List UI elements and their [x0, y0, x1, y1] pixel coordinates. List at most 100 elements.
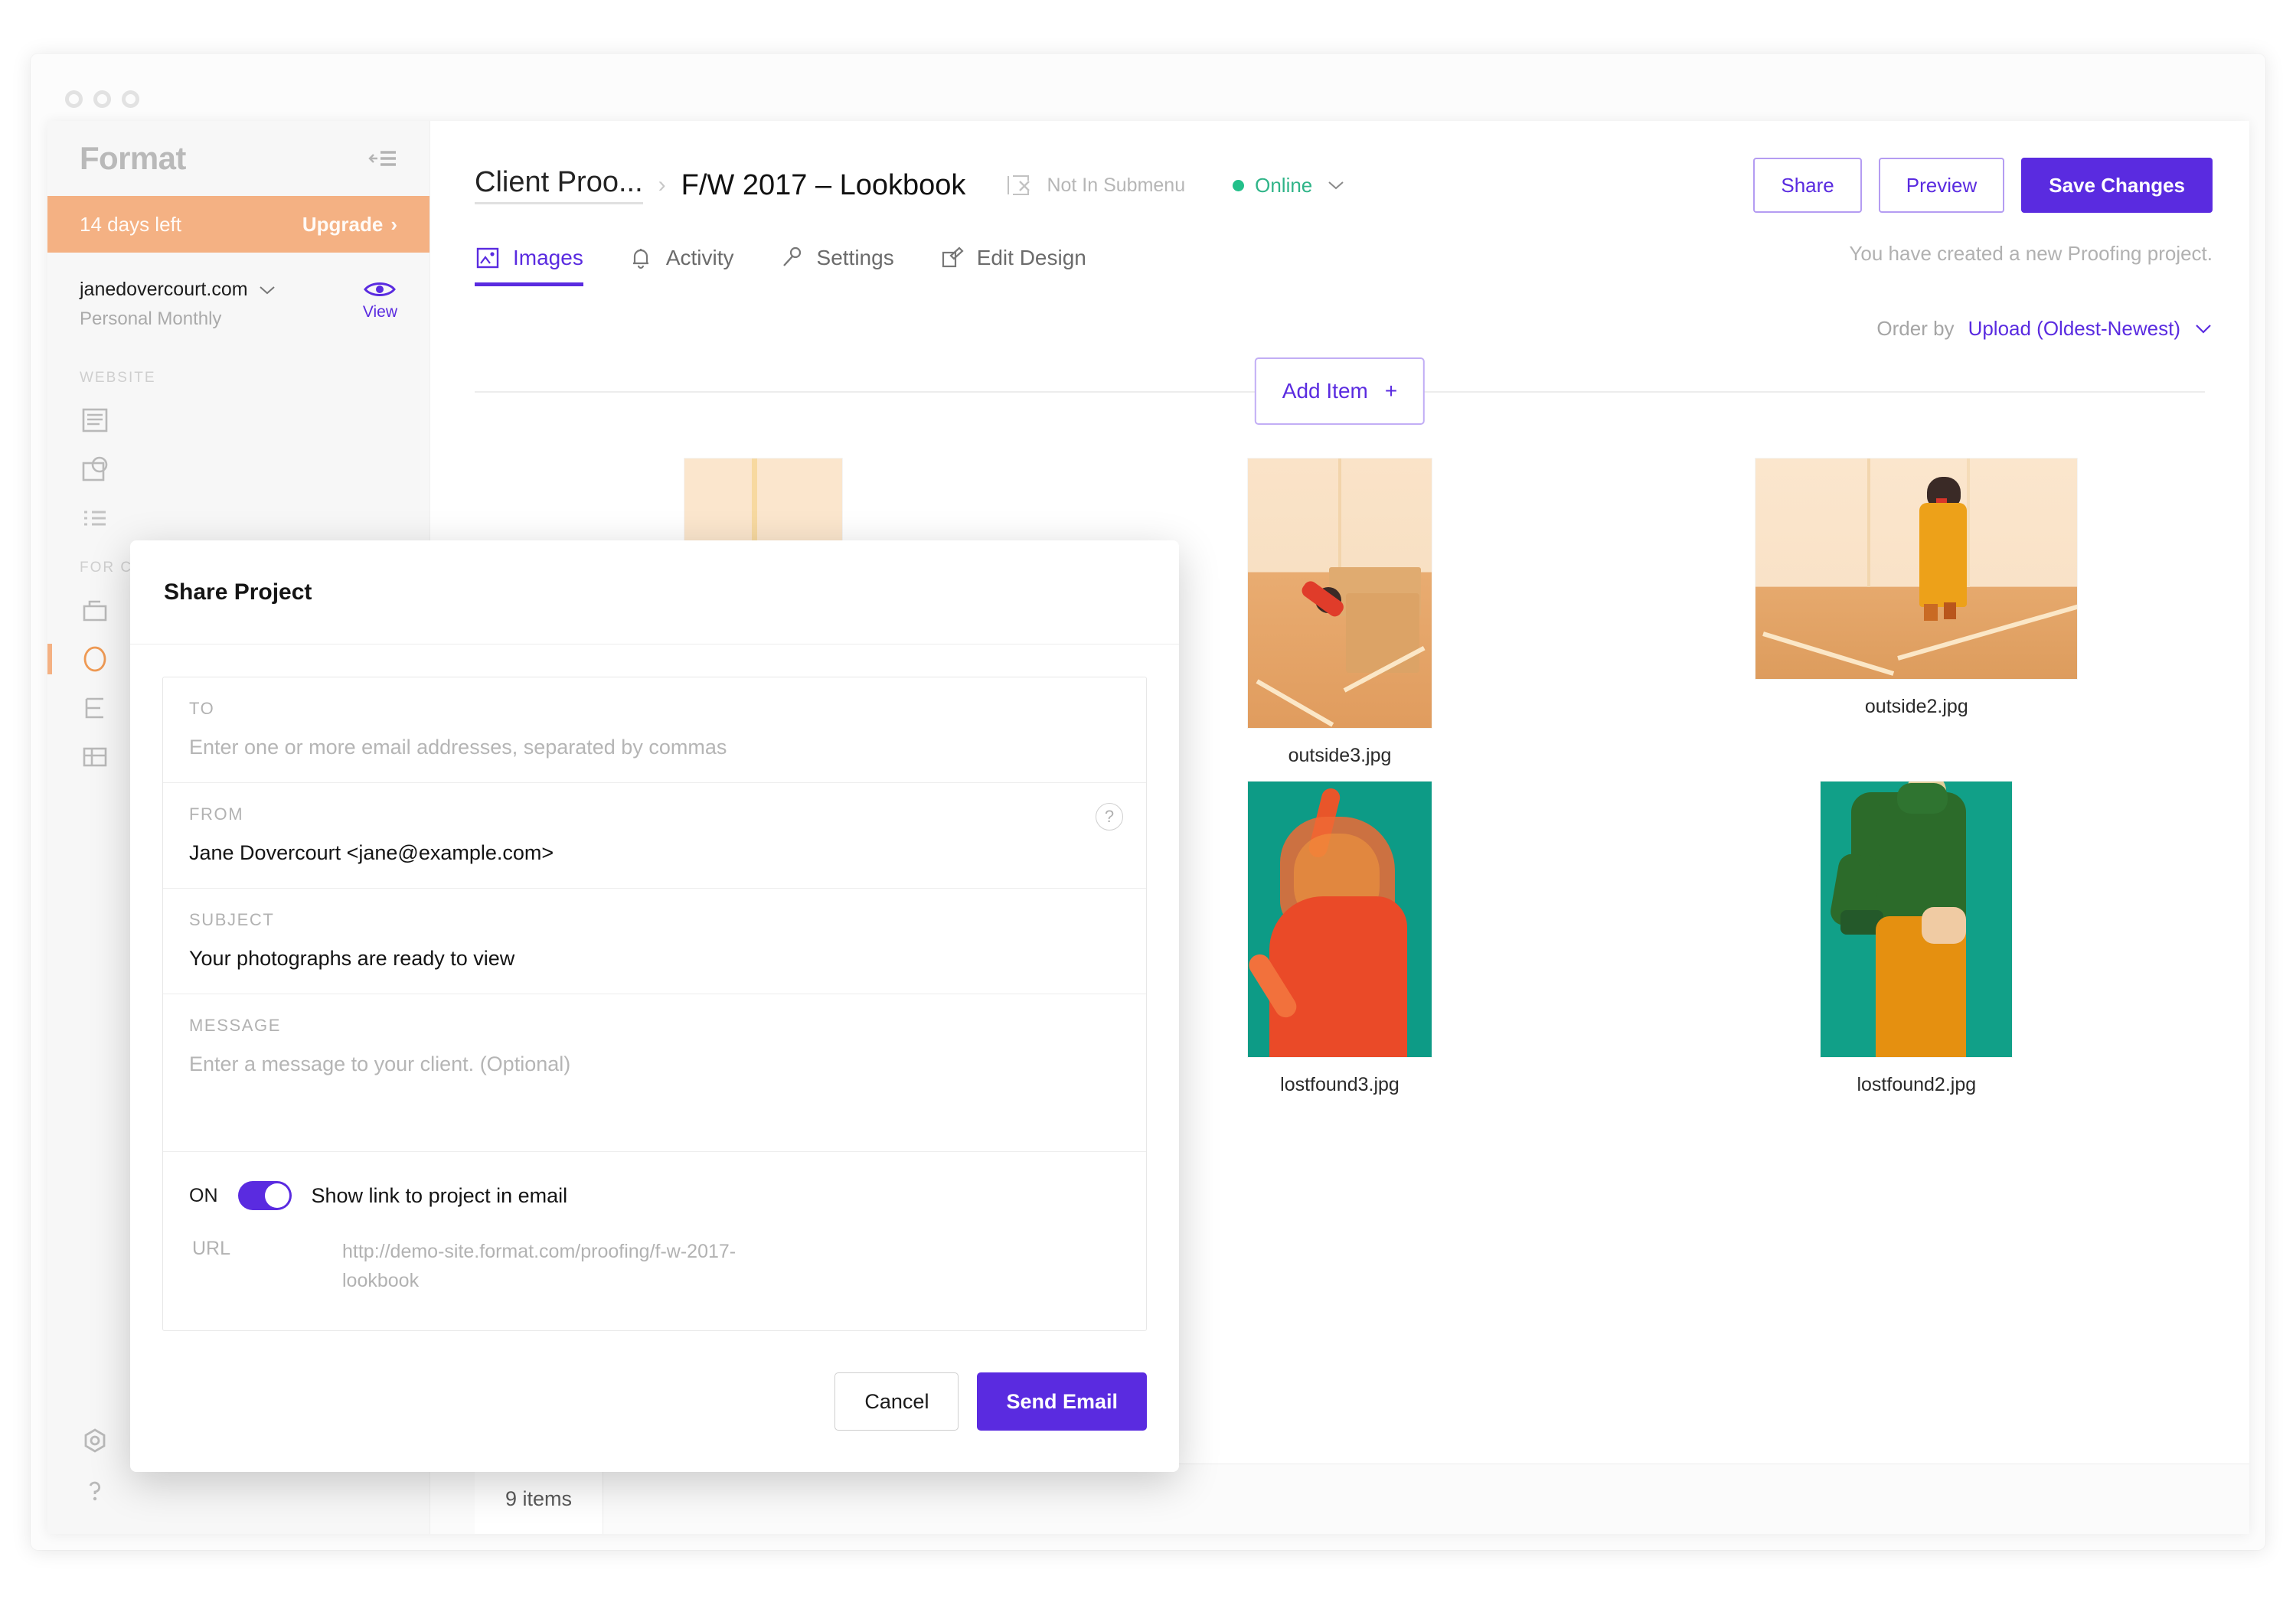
thumbnail-caption: outside2.jpg	[1864, 696, 1968, 717]
settings-icon	[84, 1428, 106, 1453]
upgrade-button[interactable]: Upgrade ›	[302, 213, 397, 237]
thumbnail-lostfound3[interactable]	[1247, 782, 1432, 1057]
project-url-row: URL http://demo-site.format.com/proofing…	[189, 1238, 1120, 1295]
toggle-state-label: ON	[189, 1184, 218, 1206]
gallery-item[interactable]: outside2.jpg	[1628, 458, 2205, 782]
plus-icon: +	[1384, 379, 1398, 403]
view-site-button[interactable]: View	[363, 279, 397, 321]
thumbnail-outside2[interactable]	[1755, 458, 2078, 679]
screenshot-root: Format 14 days left Upgrade › janedoverc…	[0, 0, 2296, 1599]
not-in-submenu-icon	[1008, 175, 1030, 195]
thumbnail-outside3[interactable]	[1247, 458, 1432, 728]
sidebar-section-website-label: WEBSITE	[80, 370, 156, 386]
header-actions: Share Preview Save Changes	[1753, 158, 2213, 213]
to-input[interactable]: Enter one or more email addresses, separ…	[189, 736, 1120, 759]
submenu-status[interactable]: Not In Submenu	[1005, 172, 1185, 198]
modal-title: Share Project	[164, 579, 312, 605]
thumbnail-caption: lostfound3.jpg	[1280, 1074, 1399, 1095]
tab-images-label: Images	[513, 246, 583, 269]
chevron-down-icon[interactable]	[2194, 323, 2213, 334]
thumbnail-lostfound2[interactable]	[1821, 782, 2013, 1057]
tab-activity-label: Activity	[665, 246, 734, 269]
sidebar-item-menu[interactable]	[47, 494, 429, 543]
url-value[interactable]: http://demo-site.format.com/proofing/f-w…	[342, 1238, 771, 1295]
blog-icon	[85, 697, 103, 719]
cancel-button[interactable]: Cancel	[834, 1372, 959, 1431]
site-domain-dropdown[interactable]: janedovercourt.com	[80, 279, 276, 301]
sidebar-item-pages[interactable]	[47, 396, 429, 445]
format-logo: Format	[80, 140, 186, 176]
from-label: FROM	[189, 804, 244, 824]
send-email-button[interactable]: Send Email	[977, 1372, 1147, 1431]
url-label: URL	[192, 1238, 231, 1259]
chevron-right-icon: ›	[390, 212, 397, 236]
window-traffic-lights	[65, 90, 139, 108]
to-label: TO	[189, 699, 215, 718]
site-plan-label: Personal Monthly	[80, 308, 222, 329]
tab-edit-design-label: Edit Design	[976, 246, 1086, 269]
page-header: Client Proo... › F/W 2017 – Lookbook Not…	[430, 121, 2249, 216]
sidebar-item-help[interactable]	[47, 1465, 429, 1514]
tab-bar: Images Activity Settings Edit Design You…	[430, 216, 2249, 286]
minimize-window-button[interactable]	[93, 90, 111, 108]
subject-field[interactable]: SUBJECT Your photographs are ready to vi…	[163, 889, 1146, 994]
tab-images[interactable]: Images	[475, 236, 583, 286]
add-item-button[interactable]: Add Item +	[1254, 357, 1426, 425]
subject-input[interactable]: Your photographs are ready to view	[189, 947, 1120, 971]
breadcrumb-separator: ›	[658, 172, 666, 197]
gallery-icon	[82, 456, 108, 481]
zoom-window-button[interactable]	[122, 90, 139, 108]
online-status-dropdown[interactable]: Online	[1233, 174, 1344, 197]
to-field[interactable]: TO Enter one or more email addresses, se…	[163, 677, 1146, 783]
submenu-status-label: Not In Submenu	[1047, 174, 1186, 196]
sidebar-item-galleries[interactable]	[47, 445, 429, 494]
upgrade-banner[interactable]: 14 days left Upgrade ›	[47, 196, 429, 253]
order-by-control: Order by Upload (Oldest-Newest)	[430, 286, 2249, 341]
help-icon	[89, 1481, 100, 1501]
upgrade-label: Upgrade	[302, 212, 384, 236]
pages-icon	[82, 408, 108, 432]
store-icon	[83, 600, 107, 622]
preview-button[interactable]: Preview	[1878, 158, 2005, 213]
image-icon	[476, 247, 499, 269]
modal-header: Share Project	[130, 540, 1179, 644]
order-by-label: Order by	[1876, 317, 1955, 340]
tab-activity[interactable]: Activity	[628, 236, 734, 286]
share-button[interactable]: Share	[1753, 158, 1862, 213]
message-label: MESSAGE	[189, 1016, 282, 1035]
modal-body: TO Enter one or more email addresses, se…	[130, 644, 1179, 1331]
status-footer: 9 items	[430, 1464, 2249, 1534]
items-count: 9 items	[475, 1464, 604, 1534]
subject-label: SUBJECT	[189, 910, 275, 929]
save-changes-button[interactable]: Save Changes	[2021, 158, 2213, 213]
eye-icon	[364, 282, 397, 296]
close-window-button[interactable]	[65, 90, 83, 108]
add-item-row: Add Item +	[475, 357, 2205, 425]
order-by-value[interactable]: Upload (Oldest-Newest)	[1968, 317, 2180, 341]
thumbnail-caption: outside3.jpg	[1288, 745, 1392, 766]
proofing-icon	[83, 646, 106, 672]
tab-settings[interactable]: Settings	[779, 236, 894, 286]
trial-days-left: 14 days left	[80, 212, 181, 236]
view-label: View	[362, 303, 397, 321]
gallery-item[interactable]: lostfound2.jpg	[1628, 782, 2205, 1105]
message-input[interactable]: Enter a message to your client. (Optiona…	[189, 1052, 1120, 1076]
question-mark-icon[interactable]: ?	[1096, 803, 1123, 831]
menu-list-icon	[84, 511, 106, 526]
table-icon	[83, 747, 107, 767]
from-field[interactable]: FROM Jane Dovercourt <jane@example.com> …	[163, 783, 1146, 889]
breadcrumb-parent[interactable]: Client Proo...	[475, 166, 643, 204]
show-link-toggle-row[interactable]: ON Show link to project in email	[189, 1181, 1120, 1210]
site-info: janedovercourt.com Personal Monthly	[80, 279, 276, 330]
tab-edit-design[interactable]: Edit Design	[939, 236, 1086, 286]
collapse-sidebar-icon[interactable]	[367, 147, 397, 170]
site-selector: janedovercourt.com Personal Monthly View	[47, 253, 429, 353]
from-input[interactable]: Jane Dovercourt <jane@example.com>	[189, 841, 1120, 865]
page-title: F/W 2017 – Lookbook	[681, 168, 966, 201]
chevron-down-icon	[1328, 181, 1344, 190]
project-created-note: You have created a new Proofing project.	[1849, 241, 2213, 265]
show-link-toggle[interactable]	[237, 1181, 292, 1210]
message-field[interactable]: MESSAGE Enter a message to your client. …	[163, 994, 1146, 1152]
online-status-label: Online	[1255, 173, 1313, 197]
modal-footer: Cancel Send Email	[130, 1331, 1179, 1472]
